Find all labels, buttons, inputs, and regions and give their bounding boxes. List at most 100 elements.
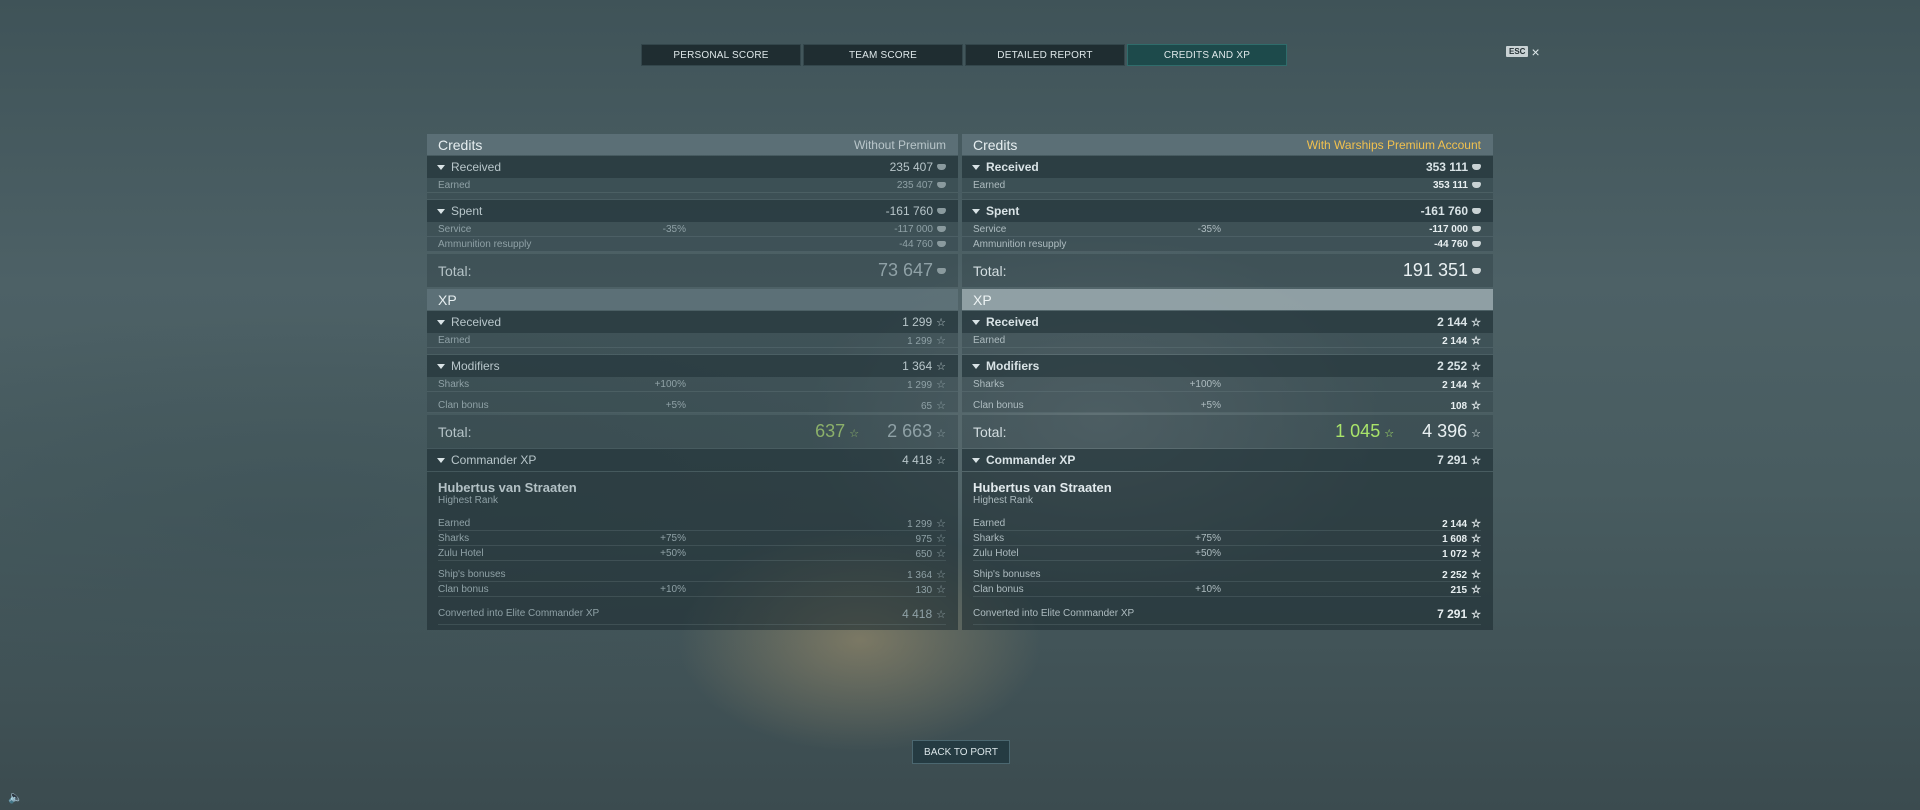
commander-rank: Highest Rank: [973, 495, 1034, 506]
credits-icon: [1472, 181, 1481, 188]
cmd-clan-row: Clan bonus +10% 130 ☆: [438, 583, 946, 597]
service-row: Service -35% -117 000: [962, 222, 1493, 237]
free-xp-value: 1 045: [1335, 421, 1381, 441]
xp-earned-row: Earned 1 299 ☆: [427, 333, 958, 348]
star-icon: ☆: [936, 334, 946, 347]
modifiers-section[interactable]: Modifiers 1 364 ☆: [427, 355, 958, 377]
chevron-down-icon: [972, 164, 980, 170]
commander-xp-section[interactable]: Commander XP 4 418 ☆: [427, 449, 958, 471]
clan-bonus-row: Clan bonus +5% 65 ☆: [427, 398, 958, 413]
clan-bonus-row: Clan bonus +5% 108 ☆: [962, 398, 1493, 413]
star-icon: ☆: [1471, 378, 1481, 391]
cmd-ship-bonuses-row: Ship's bonuses 2 252 ☆: [973, 568, 1481, 582]
star-icon: ☆: [1471, 583, 1481, 596]
earned-row: Earned 353 111: [962, 178, 1493, 193]
tab-personal-score[interactable]: PERSONAL SCORE: [641, 44, 801, 66]
cmd-zulu-row: Zulu Hotel +50% 650 ☆: [438, 547, 946, 561]
tab-team-score[interactable]: TEAM SCORE: [803, 44, 963, 66]
cmd-converted-row: Converted into Elite Commander XP 7 291 ☆: [973, 603, 1481, 625]
chevron-down-icon: [437, 457, 445, 463]
chevron-down-icon: [437, 363, 445, 369]
commander-card: Hubertus van Straaten Highest Rank Earne…: [962, 472, 1493, 630]
panel-without-premium: Credits Without Premium Received 235 407…: [427, 134, 958, 630]
credits-tag: Without Premium: [853, 137, 946, 152]
star-icon: ☆: [936, 547, 946, 560]
credits-icon: [937, 268, 946, 275]
premium-tag: With Warships Premium Account: [1306, 137, 1481, 152]
star-icon: ☆: [936, 378, 946, 391]
star-icon: ☆: [936, 316, 946, 329]
cmd-earned-row: Earned 2 144 ☆: [973, 517, 1481, 531]
star-icon: ☆: [1471, 547, 1481, 560]
credits-icon: [1472, 208, 1481, 214]
ammo-row: Ammunition resupply -44 760: [427, 237, 958, 252]
spent-section[interactable]: Spent -161 760: [427, 200, 958, 222]
star-icon: ☆: [936, 568, 946, 581]
close-icon[interactable]: ×: [1531, 45, 1539, 59]
chevron-down-icon: [972, 208, 980, 214]
chevron-down-icon: [972, 319, 980, 325]
commander-rank: Highest Rank: [438, 495, 499, 506]
cmd-zulu-row: Zulu Hotel +50% 1 072 ☆: [973, 547, 1481, 561]
close-button[interactable]: ESC ×: [1506, 45, 1540, 59]
xp-header: XP: [962, 289, 1493, 310]
star-icon: ☆: [1471, 399, 1481, 412]
star-icon: ☆: [1471, 517, 1481, 530]
tab-credits-and-xp[interactable]: CREDITS AND XP: [1127, 44, 1287, 66]
star-icon: ☆: [849, 428, 860, 440]
cmd-earned-row: Earned 1 299 ☆: [438, 517, 946, 531]
xp-total: Total: 1 045 ☆ 4 396 ☆: [962, 415, 1493, 448]
chevron-down-icon: [972, 363, 980, 369]
cmd-converted-row: Converted into Elite Commander XP 4 418 ☆: [438, 603, 946, 625]
star-icon: ☆: [1471, 568, 1481, 581]
cmd-sharks-row: Sharks +75% 1 608 ☆: [973, 532, 1481, 546]
commander-name: Hubertus van Straaten: [438, 480, 577, 495]
credits-icon: [937, 225, 946, 232]
ammo-row: Ammunition resupply -44 760: [962, 237, 1493, 252]
credits-icon: [937, 240, 946, 247]
panel-with-premium: Credits With Warships Premium Account Re…: [962, 134, 1493, 630]
star-icon: ☆: [936, 517, 946, 530]
chevron-down-icon: [437, 208, 445, 214]
star-icon: ☆: [936, 428, 946, 440]
commander-xp-section[interactable]: Commander XP 7 291 ☆: [962, 449, 1493, 471]
sound-icon[interactable]: 🔈: [8, 790, 23, 804]
star-icon: ☆: [1471, 316, 1481, 329]
service-row: Service -35% -117 000: [427, 222, 958, 237]
star-icon: ☆: [1471, 360, 1481, 373]
cmd-sharks-row: Sharks +75% 975 ☆: [438, 532, 946, 546]
xp-received-section[interactable]: Received 1 299 ☆: [427, 311, 958, 333]
back-to-port-button[interactable]: BACK TO PORT: [912, 740, 1010, 764]
xp-total: Total: 637 ☆ 2 663 ☆: [427, 415, 958, 448]
received-section[interactable]: Received 353 111: [962, 156, 1493, 178]
tab-detailed-report[interactable]: DETAILED REPORT: [965, 44, 1125, 66]
xp-header: XP: [427, 289, 958, 310]
credits-icon: [937, 164, 946, 170]
star-icon: ☆: [936, 399, 946, 412]
elite-commander-icon: ☆: [1471, 608, 1481, 621]
star-icon: ☆: [1471, 532, 1481, 545]
xp-received-section[interactable]: Received 2 144 ☆: [962, 311, 1493, 333]
star-icon: ☆: [936, 360, 946, 373]
credits-total: Total: 73 647: [427, 254, 958, 287]
tab-bar: PERSONAL SCORE TEAM SCORE DETAILED REPOR…: [641, 44, 1289, 66]
commander-name: Hubertus van Straaten: [973, 480, 1112, 495]
credits-header: Credits Without Premium: [427, 134, 958, 155]
sharks-row: Sharks +100% 2 144 ☆: [962, 377, 1493, 392]
received-section[interactable]: Received 235 407: [427, 156, 958, 178]
credits-total: Total: 191 351: [962, 254, 1493, 287]
spent-section[interactable]: Spent -161 760: [962, 200, 1493, 222]
credits-icon: [937, 208, 946, 214]
spent-value: -161 760: [885, 204, 933, 218]
received-value: 235 407: [889, 160, 933, 174]
star-icon: ☆: [936, 532, 946, 545]
star-icon: ☆: [936, 454, 946, 467]
star-icon: ☆: [1471, 454, 1481, 467]
credits-header: Credits With Warships Premium Account: [962, 134, 1493, 155]
star-icon: ☆: [1471, 428, 1481, 440]
section-label: Received: [451, 160, 502, 174]
chevron-down-icon: [437, 164, 445, 170]
xp-earned-row: Earned 2 144 ☆: [962, 333, 1493, 348]
modifiers-section[interactable]: Modifiers 2 252 ☆: [962, 355, 1493, 377]
credits-icon: [1472, 268, 1481, 275]
